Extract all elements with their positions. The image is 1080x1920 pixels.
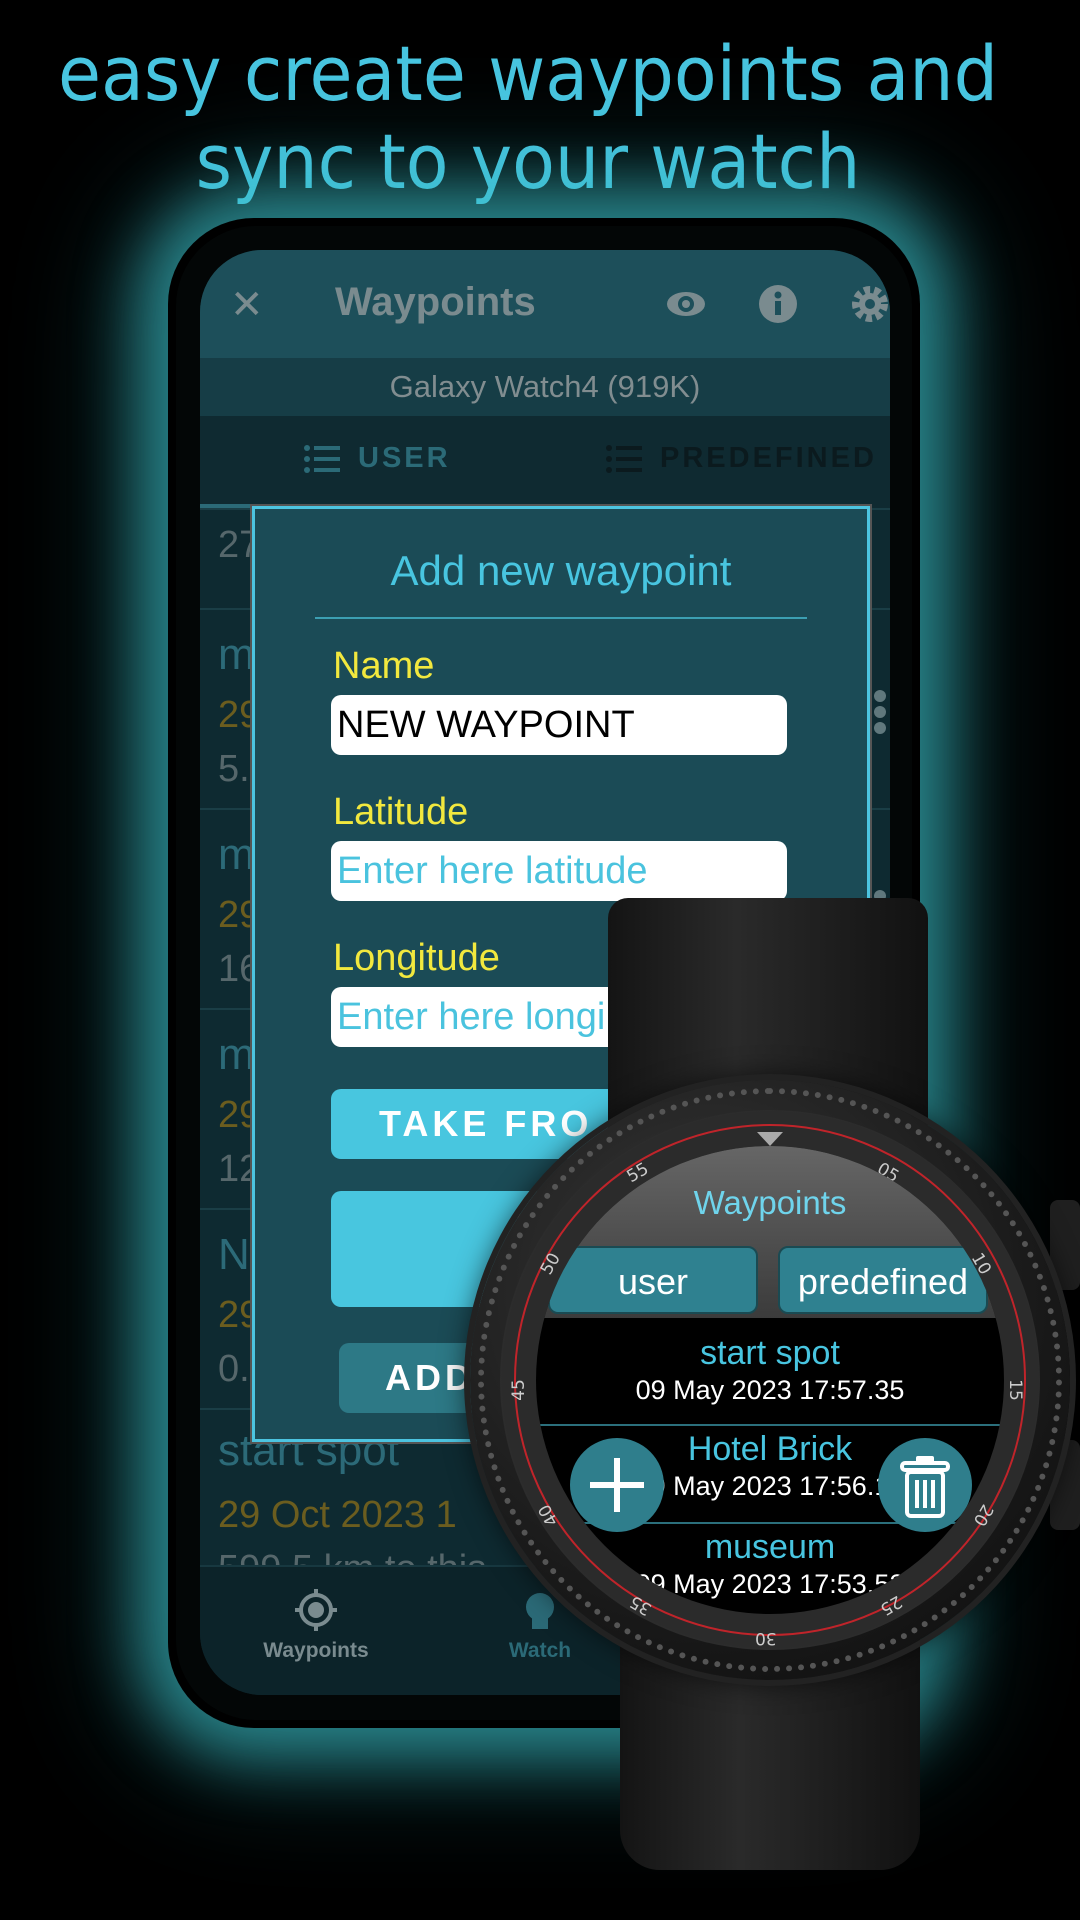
eye-icon[interactable] (666, 284, 706, 324)
name-label: Name (333, 645, 435, 687)
tab-bar: USER PREDEFINED (200, 416, 890, 508)
dialog-divider (315, 617, 807, 619)
watch-tab-user[interactable]: user (548, 1246, 758, 1314)
crosshair-icon (295, 1589, 337, 1631)
watch-screen: Waypoints user predefined start spot 09 … (536, 1146, 1004, 1614)
app-title: Waypoints (335, 280, 536, 324)
plus-icon (590, 1458, 644, 1512)
nav-watch-label: Watch (508, 1639, 572, 1662)
latitude-input[interactable]: Enter here latitude (331, 841, 787, 901)
nav-waypoints-label: Waypoints (263, 1639, 369, 1662)
watch-list-item[interactable]: start spot 09 May 2023 17:57.35 (536, 1334, 1004, 1406)
watch-list-item[interactable]: museum 09 May 2023 17:53.52 (536, 1528, 1004, 1600)
tab-user[interactable]: USER (304, 442, 451, 475)
headline-line-2: sync to your watch (195, 117, 861, 206)
nav-waypoints[interactable]: Waypoints (216, 1587, 416, 1663)
watch-title: Waypoints (693, 1184, 847, 1221)
device-label: Galaxy Watch4 (919K) (200, 358, 890, 416)
info-icon[interactable] (758, 284, 798, 324)
list-icon (606, 445, 642, 474)
headline-line-1: easy create waypoints and (57, 29, 998, 118)
tab-predefined-label: PREDEFINED (660, 442, 877, 474)
bezel-marker (757, 1132, 783, 1146)
tab-user-label: USER (358, 442, 451, 474)
watch-delete-button[interactable] (878, 1438, 972, 1532)
dialog-title: Add new waypoint (390, 547, 732, 594)
app-bar: ✕ Waypoints (200, 250, 890, 358)
watch-add-button[interactable] (570, 1438, 664, 1532)
watch-button-top[interactable] (1050, 1200, 1080, 1290)
watch-divider (536, 1424, 1004, 1426)
headline: easy create waypoints and sync to your w… (42, 30, 1014, 206)
more-icon[interactable] (874, 690, 888, 738)
trash-icon (900, 1456, 950, 1518)
close-icon[interactable]: ✕ (230, 282, 264, 328)
watch-tab-predefined[interactable]: predefined (778, 1246, 988, 1314)
list-icon (304, 445, 340, 474)
gear-icon[interactable] (850, 284, 890, 324)
tab-predefined[interactable]: PREDEFINED (606, 442, 877, 475)
name-input[interactable]: NEW WAYPOINT (331, 695, 787, 755)
longitude-label: Longitude (333, 937, 500, 979)
latitude-label: Latitude (333, 791, 469, 833)
